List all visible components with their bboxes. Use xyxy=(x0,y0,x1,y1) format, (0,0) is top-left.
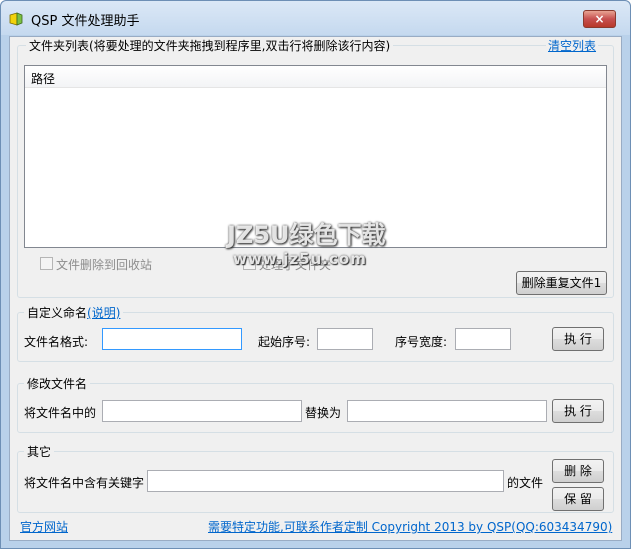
watermark-main: JZ5U绿色下载 xyxy=(227,221,386,249)
delete-duplicates-button[interactable]: 删除重复文件1 xyxy=(516,271,607,295)
close-icon: × xyxy=(594,12,605,26)
column-header-path[interactable]: 路径 xyxy=(31,70,55,87)
window-title: QSP 文件处理助手 xyxy=(31,14,140,29)
official-site-link[interactable]: 官方网站 xyxy=(20,518,68,535)
other-legend: 其它 xyxy=(24,443,55,460)
title-bar[interactable]: QSP 文件处理助手 × xyxy=(1,1,630,35)
filename-format-label: 文件名格式: xyxy=(24,335,89,349)
watermark-url: www.jz5u.com xyxy=(233,250,367,268)
custom-contact-link[interactable]: 需要特定功能,可联系作者定制 Copyright 2013 by QSP(QQ:… xyxy=(208,518,612,535)
keep-files-button[interactable]: 保 留 xyxy=(552,487,604,511)
replace-input[interactable] xyxy=(347,400,547,422)
custom-naming-title: 自定义命名 xyxy=(27,306,88,320)
start-number-input[interactable] xyxy=(317,328,373,350)
replace-label: 替换为 xyxy=(305,406,342,420)
app-window: QSP 文件处理助手 × 文件夹列表(将要处理的文件夹拖拽到程序里,双击行将删除… xyxy=(0,0,631,549)
naming-execute-button[interactable]: 执 行 xyxy=(552,327,604,351)
keyword-suffix-label: 的文件 xyxy=(507,476,544,490)
find-label: 将文件名中的 xyxy=(24,406,97,420)
replace-execute-button[interactable]: 执 行 xyxy=(552,399,604,423)
modify-name-group: 修改文件名 将文件名中的 替换为 执 行 xyxy=(17,375,614,433)
find-input[interactable] xyxy=(102,400,302,422)
watermark: JZ5U绿色下载 www.jz5u.com xyxy=(227,215,407,268)
number-width-input[interactable] xyxy=(455,328,511,350)
custom-naming-group: 自定义命名(说明) 文件名格式: 起始序号: 序号宽度: 执 行 xyxy=(17,304,614,362)
filename-format-input[interactable] xyxy=(102,328,242,350)
close-button[interactable]: × xyxy=(583,10,616,28)
clear-list-link[interactable]: 清空列表 xyxy=(546,37,599,54)
client-area: 文件夹列表(将要处理的文件夹拖拽到程序里,双击行将删除该行内容) 清空列表 路径… xyxy=(9,36,622,541)
folder-list-legend: 文件夹列表(将要处理的文件夹拖拽到程序里,双击行将删除该行内容) xyxy=(26,37,394,54)
modify-name-legend: 修改文件名 xyxy=(24,375,91,392)
custom-naming-legend: 自定义命名(说明) xyxy=(24,304,124,321)
help-link[interactable]: (说明) xyxy=(87,306,120,320)
delete-files-button[interactable]: 删 除 xyxy=(552,459,604,483)
number-width-label: 序号宽度: xyxy=(395,335,448,349)
app-icon xyxy=(9,12,23,26)
keyword-input[interactable] xyxy=(147,470,504,492)
recycle-bin-label: 文件删除到回收站 xyxy=(56,258,153,272)
recycle-bin-checkbox[interactable] xyxy=(40,257,53,270)
start-number-label: 起始序号: xyxy=(258,335,311,349)
keyword-label: 将文件名中含有关键字 xyxy=(24,476,145,490)
list-header: 路径 xyxy=(25,66,606,88)
other-group: 其它 将文件名中含有关键字 的文件 删 除 保 留 xyxy=(17,443,614,513)
